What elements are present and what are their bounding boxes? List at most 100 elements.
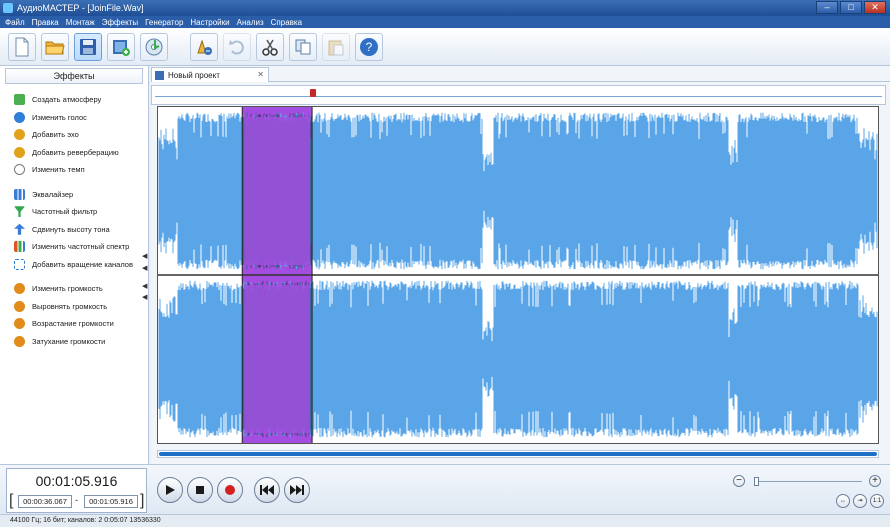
open-folder-icon [45,41,65,54]
zoom-slider[interactable] [756,481,862,482]
record-icon [225,485,235,495]
echo-icon [14,129,25,141]
effect-change-tempo[interactable]: Изменить темп [0,161,148,179]
forward-icon [290,485,304,495]
menu-effects[interactable]: Эффекты [102,18,138,27]
paste-button[interactable] [322,32,350,61]
status-bar: 44100 Гц; 16 бит; каналов: 2 0:05:07 135… [0,514,890,527]
collapse-arrow-icon[interactable]: ◀ [142,264,147,272]
audio-disc-button[interactable] [140,32,168,61]
effect-channel-rotation[interactable]: Добавить вращение каналов [0,256,148,274]
new-file-button[interactable] [8,32,36,61]
effects-button[interactable] [190,32,218,61]
collapse-arrow-icon[interactable]: ◀ [142,293,147,301]
pitch-up-icon [14,223,25,235]
tab-new-project[interactable]: Новый проект ✕ [151,67,269,82]
zoom-slider-thumb[interactable] [754,477,759,486]
undo-button[interactable] [223,32,251,61]
tempo-icon [14,164,25,176]
audio-disc-icon [145,38,163,55]
timeline-ruler[interactable] [151,85,886,105]
save-button[interactable] [74,32,102,61]
effect-add-reverb[interactable]: Добавить реверберацию [0,144,148,162]
menu-help[interactable]: Справка [271,18,302,27]
reverb-icon [14,146,25,158]
effect-create-atmosphere[interactable]: Создать атмосферу [0,91,148,109]
fade-in-icon [14,318,25,330]
effect-fade-out[interactable]: Затухание громкости [0,333,148,351]
stop-icon [196,486,204,494]
cut-button[interactable] [256,32,284,61]
menu-montage[interactable]: Монтаж [66,18,95,27]
effect-frequency-filter[interactable]: Частотный фильтр [0,203,148,221]
effect-normalize-volume[interactable]: Выровнять громкость [0,298,148,316]
close-button[interactable]: ✕ [864,1,886,14]
help-icon: ? [360,37,378,56]
tab-row: Новый проект ✕ [151,66,890,82]
save-icon [80,38,96,55]
playhead-marker[interactable] [310,89,316,97]
effect-change-volume[interactable]: Изменить громкость [0,280,148,298]
zoom-in-button[interactable]: + [869,475,881,487]
video-icon [113,39,130,56]
video-button[interactable] [107,32,135,61]
copy-icon [295,39,311,54]
new-file-icon [15,37,29,56]
effect-add-echo[interactable]: Добавить эхо [0,126,148,144]
play-button[interactable] [157,477,183,503]
zoom-1to1-button[interactable]: 1:1 [870,494,884,508]
rotation-icon [14,258,25,270]
waveform-view[interactable] [157,106,879,444]
help-button[interactable]: ? [355,32,383,61]
menu-generator[interactable]: Генератор [145,18,183,27]
app-icon [3,3,13,13]
effects-panel: Эффекты Создать атмосферу Изменить голос… [0,66,149,464]
collapse-arrow-icon[interactable]: ◀ [142,252,147,260]
effects-list: Создать атмосферу Изменить голос Добавит… [0,84,148,350]
horizontal-scrollbar[interactable] [157,450,879,458]
voice-icon [14,111,25,123]
tab-close-icon[interactable]: ✕ [257,70,264,79]
maximize-button[interactable]: □ [840,1,862,14]
current-time: 00:01:05.916 [35,473,118,489]
forward-button[interactable] [284,477,310,503]
record-button[interactable] [217,477,243,503]
zoom-out-button[interactable]: − [733,475,745,487]
title-bar: АудиоМАСТЕР - [JoinFile.Wav] – □ ✕ [0,0,890,16]
rewind-button[interactable] [254,477,280,503]
fade-out-icon [14,335,25,347]
effect-fade-in[interactable]: Возрастание громкости [0,315,148,333]
effect-equalizer[interactable]: Эквалайзер [0,186,148,204]
copy-button[interactable] [289,32,317,61]
menu-edit[interactable]: Правка [32,18,59,27]
effects-panel-header: Эффекты [5,68,143,84]
toolbar: ? [0,28,890,66]
cut-icon [262,39,278,56]
fit-selection-button[interactable]: ⇥ [853,494,867,508]
menu-settings[interactable]: Настройки [190,18,229,27]
volume-icon [14,283,25,295]
effect-change-voice[interactable]: Изменить голос [0,109,148,127]
fit-width-button[interactable]: ↔ [836,494,850,508]
time-display: 00:01:05.916 [ 00:00:36.067 - 00:01:05.9… [6,468,147,513]
spectrum-icon [14,241,25,253]
selection-end-field[interactable]: 00:01:05.916 [84,495,138,508]
stop-button[interactable] [187,477,213,503]
play-icon [166,485,175,495]
collapse-arrow-icon[interactable]: ◀ [142,282,147,290]
menu-analysis[interactable]: Анализ [237,18,264,27]
equalizer-icon [14,188,25,200]
scrollbar-thumb[interactable] [159,452,877,456]
waveform-canvas[interactable] [158,107,878,443]
effect-change-spectrum[interactable]: Изменить частотный спектр [0,238,148,256]
selection-overlay [244,285,311,433]
selection-overlay [244,117,311,265]
selection-start-field[interactable]: 00:00:36.067 [18,495,72,508]
effect-shift-pitch[interactable]: Сдвинуть высоту тона [0,221,148,239]
minimize-button[interactable]: – [816,1,838,14]
menu-file[interactable]: Файл [5,18,25,27]
bracket-right: ] [140,492,145,509]
open-button[interactable] [41,32,69,61]
time-dash: - [75,495,78,505]
tab-label: Новый проект [168,70,220,80]
